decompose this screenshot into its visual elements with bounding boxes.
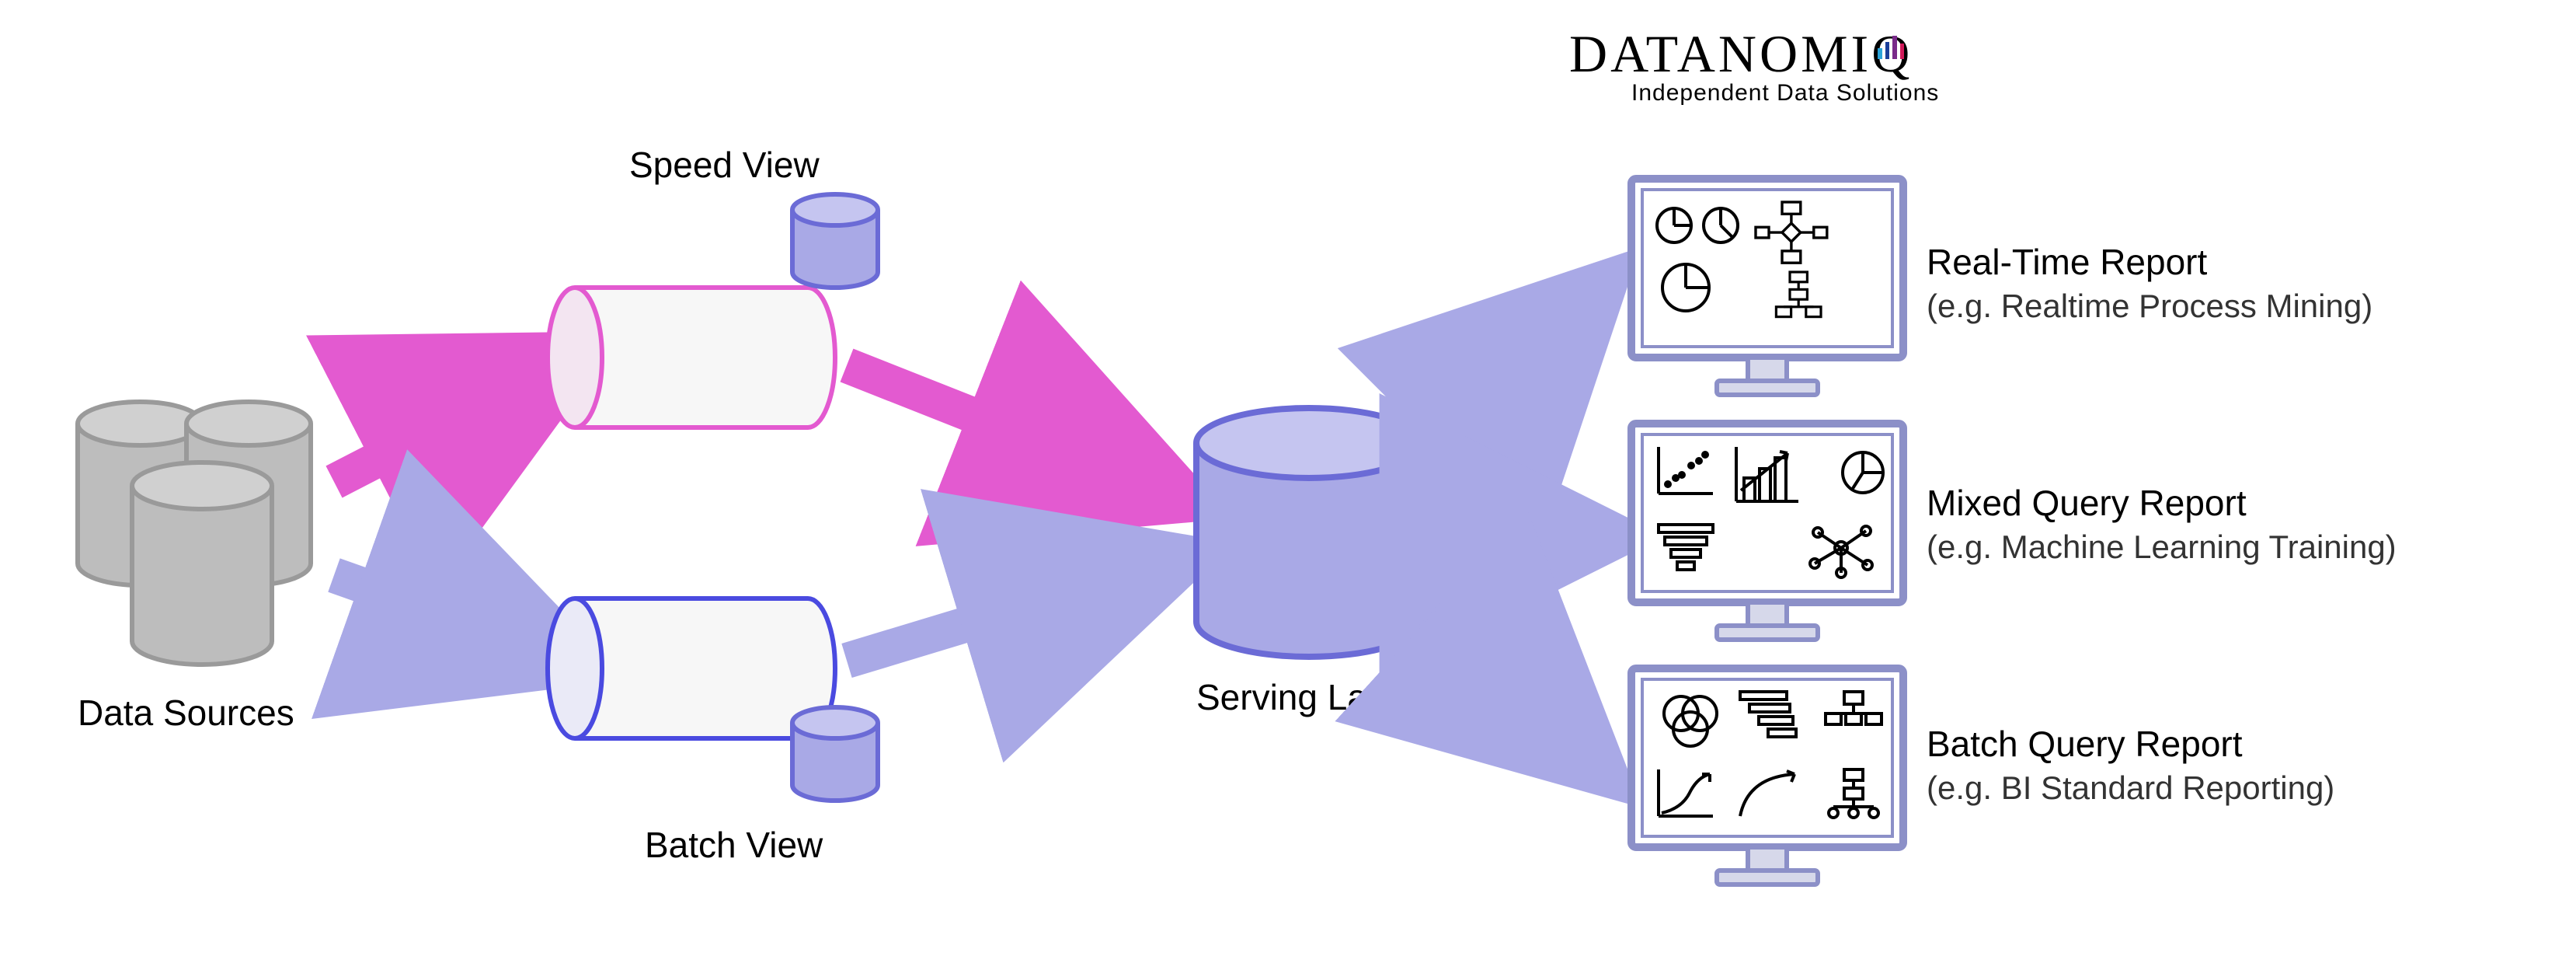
data-sources-label: Data Sources — [78, 692, 294, 734]
speed-layer-label: Speed Layer — [598, 340, 801, 382]
arrow-sources-to-batch — [334, 575, 575, 661]
brand-logo: DATANOMIQ Independent Data Solutions — [1569, 23, 1939, 106]
arrow-serving-to-realtime — [1429, 288, 1600, 459]
arrow-serving-to-batch — [1429, 614, 1600, 769]
batch-report-sub: (e.g. BI Standard Reporting) — [1927, 769, 2334, 807]
brand-q-icon: Q — [1871, 23, 1913, 85]
brand-name-part: DATANOMI — [1569, 24, 1871, 83]
realtime-report-sub: (e.g. Realtime Process Mining) — [1927, 288, 2372, 325]
mixed-report-monitor — [1631, 424, 1903, 640]
arrow-batch-to-serving — [847, 560, 1181, 661]
batch-view-node — [792, 707, 878, 801]
serving-layer-label: Serving Layer — [1196, 676, 1417, 718]
realtime-report-title: Real-Time Report — [1927, 241, 2207, 283]
mixed-report-sub: (e.g. Machine Learning Training) — [1927, 529, 2397, 566]
speed-view-label: Speed View — [629, 144, 820, 186]
batch-report-title: Batch Query Report — [1927, 723, 2243, 765]
realtime-report-monitor — [1631, 179, 1903, 395]
arrow-sources-to-speed — [334, 358, 575, 482]
batch-layer-label: Batch Layer — [598, 651, 788, 693]
batch-view-label: Batch View — [645, 824, 823, 866]
data-sources-icon — [78, 402, 311, 665]
batch-report-monitor — [1631, 668, 1903, 884]
arrow-speed-to-serving — [847, 365, 1181, 497]
diagram-canvas — [0, 0, 2576, 956]
bar-chart-icon — [1878, 33, 1904, 59]
mixed-report-title: Mixed Query Report — [1927, 482, 2247, 524]
speed-view-node — [792, 194, 878, 288]
serving-layer-node — [1196, 408, 1422, 657]
